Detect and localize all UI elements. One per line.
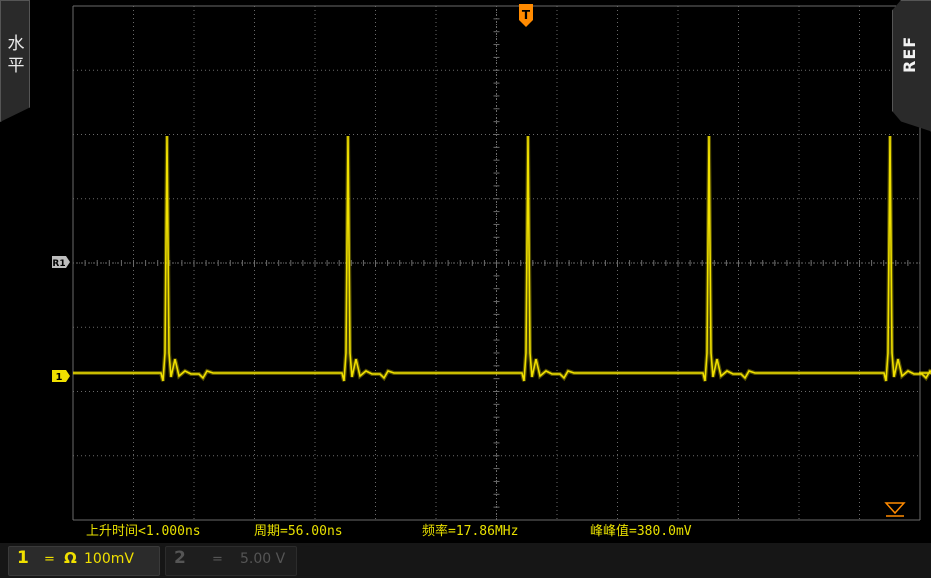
horizontal-tab-char-1: 水 — [7, 34, 25, 54]
ch1-marker-label: 1 — [56, 372, 63, 383]
ch2-dc-coupling-icon: = — [212, 552, 223, 567]
channel-1-number: 1 — [17, 548, 29, 568]
rise-time-measurement: 上升时间<1.000ns — [86, 524, 201, 539]
ref-r1-label: R1 — [52, 259, 65, 269]
trigger-marker-label: T — [522, 8, 531, 22]
ohm-impedance-icon: Ω — [64, 549, 77, 567]
peak-to-peak-measurement: 峰峰值=380.0mV — [590, 524, 692, 539]
period-measurement: 周期=56.00ns — [254, 524, 343, 539]
horizontal-tab-char-2: 平 — [7, 56, 25, 76]
oscilloscope-screen: T R1 1 — [0, 0, 931, 578]
ref-tab-label: REF — [900, 35, 919, 73]
horizontal-menu-tab[interactable]: 水 平 — [0, 0, 30, 122]
dc-coupling-icon: = — [44, 552, 55, 567]
frequency-measurement: 频率=17.86MHz — [422, 524, 519, 539]
channel-2-number: 2 — [174, 548, 186, 568]
channel-2-scale: 5.00 V — [240, 551, 286, 567]
channel-1-scale: 100mV — [84, 551, 134, 567]
